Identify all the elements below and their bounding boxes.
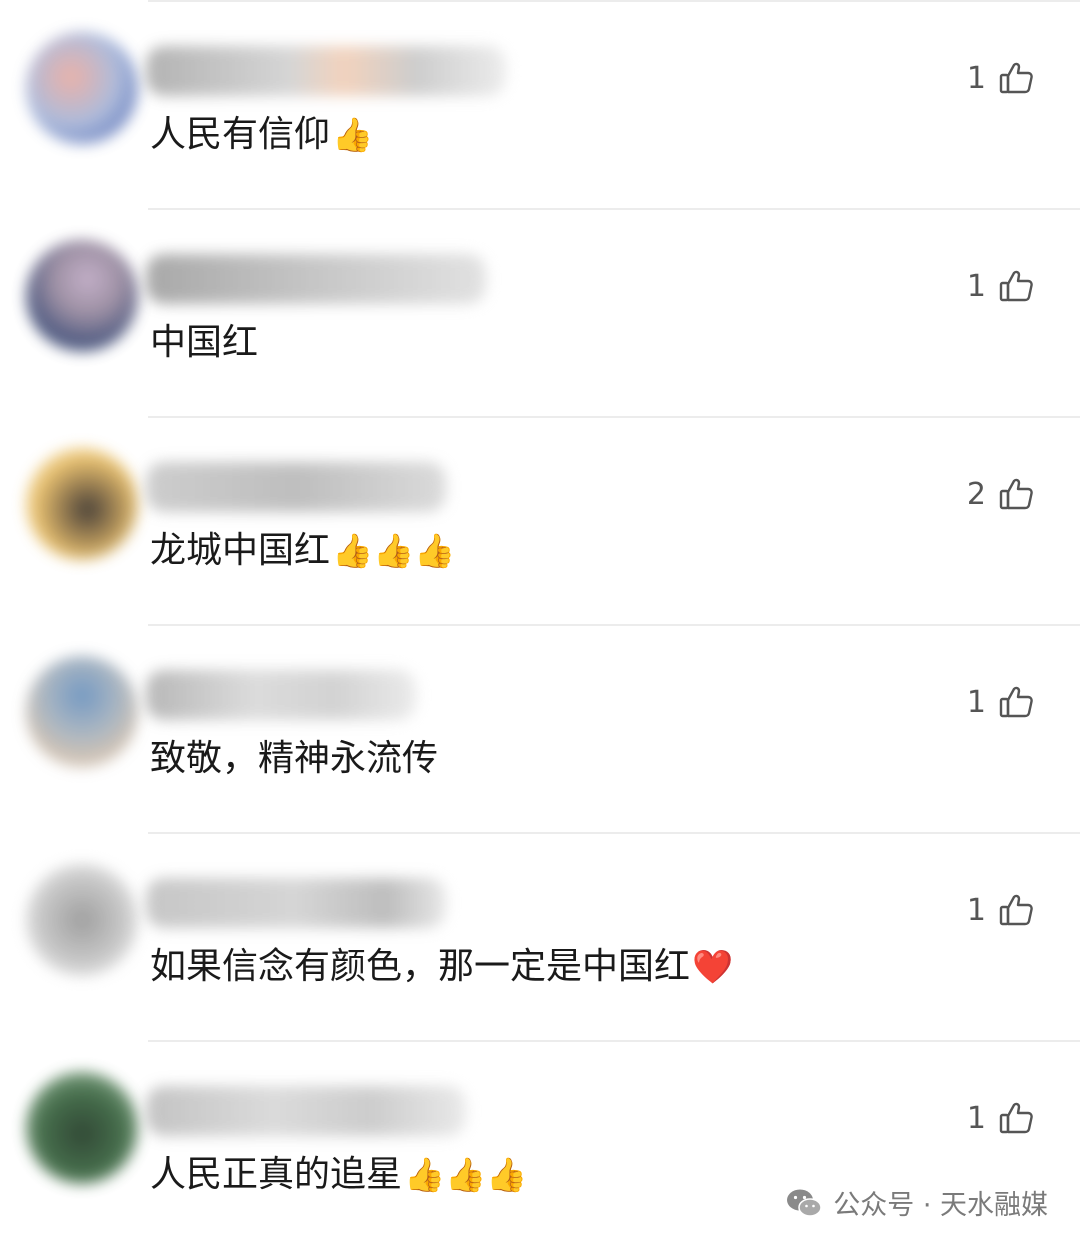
watermark-text: 公众号 · 天水融媒 xyxy=(833,1190,1048,1221)
username-blurred[interactable] xyxy=(146,670,416,720)
like-button[interactable]: 1 xyxy=(967,886,1034,934)
comment-item: 龙城中国红👍👍👍 2 xyxy=(0,418,1080,626)
username-blurred[interactable] xyxy=(146,878,446,928)
like-button[interactable]: 2 xyxy=(967,470,1034,518)
like-button[interactable]: 1 xyxy=(967,262,1034,310)
comment-list: 人民有信仰👍 1 中国红 1 龙城中国红� xyxy=(0,0,1080,1246)
username-blurred[interactable] xyxy=(146,462,446,512)
comment-body: 人民有信仰 xyxy=(150,114,331,155)
like-button[interactable]: 1 xyxy=(967,678,1034,726)
comment-body: 致敬，精神永流传 xyxy=(150,738,439,779)
comment-body: 人民正真的追星 xyxy=(150,1154,403,1195)
comment-item: 如果信念有颜色，那一定是中国红❤️ 1 xyxy=(0,834,1080,1042)
like-count: 1 xyxy=(966,1100,986,1136)
like-count: 1 xyxy=(966,60,986,96)
thumbs-up-emoji: 👍👍👍 xyxy=(332,531,456,570)
wechat-icon xyxy=(787,1189,822,1217)
comment-body: 中国红 xyxy=(150,322,259,363)
thumbs-up-outline-icon xyxy=(999,894,1033,926)
heart-emoji: ❤️ xyxy=(692,947,734,986)
comment-body: 龙城中国红 xyxy=(150,530,331,571)
comment-body: 如果信念有颜色，那一定是中国红 xyxy=(150,946,691,987)
comment-text: 龙城中国红👍👍👍 xyxy=(150,526,455,576)
comment-item: 中国红 1 xyxy=(0,210,1080,418)
like-button[interactable]: 1 xyxy=(967,1094,1034,1142)
like-count: 1 xyxy=(966,892,986,928)
comment-item: 致敬，精神永流传 1 xyxy=(0,626,1080,834)
avatar[interactable] xyxy=(26,1072,138,1184)
like-count: 1 xyxy=(966,268,986,304)
like-count: 1 xyxy=(966,684,986,720)
like-button[interactable]: 1 xyxy=(967,54,1034,102)
thumbs-up-outline-icon xyxy=(999,686,1033,718)
username-blurred[interactable] xyxy=(146,46,506,96)
username-blurred[interactable] xyxy=(146,254,486,304)
comment-item: 人民有信仰👍 1 xyxy=(0,2,1080,210)
comment-text: 人民有信仰👍 xyxy=(150,110,373,160)
username-blurred[interactable] xyxy=(146,1086,466,1136)
thumbs-up-outline-icon xyxy=(999,62,1033,94)
like-count: 2 xyxy=(966,476,986,512)
thumbs-up-emoji: 👍👍👍 xyxy=(404,1155,528,1194)
watermark: 公众号 · 天水融媒 xyxy=(785,1183,1048,1222)
thumbs-up-outline-icon xyxy=(999,1102,1033,1134)
thumbs-up-emoji: 👍 xyxy=(332,115,374,154)
comment-text: 致敬，精神永流传 xyxy=(150,734,440,784)
avatar[interactable] xyxy=(26,32,138,144)
thumbs-up-outline-icon xyxy=(999,478,1033,510)
avatar[interactable] xyxy=(26,240,138,352)
comment-text: 人民正真的追星👍👍👍 xyxy=(150,1150,527,1200)
comment-text: 中国红 xyxy=(150,318,260,368)
avatar[interactable] xyxy=(26,656,138,768)
avatar[interactable] xyxy=(26,864,138,976)
thumbs-up-outline-icon xyxy=(999,270,1033,302)
avatar[interactable] xyxy=(26,448,138,560)
comment-text: 如果信念有颜色，那一定是中国红❤️ xyxy=(150,942,733,992)
